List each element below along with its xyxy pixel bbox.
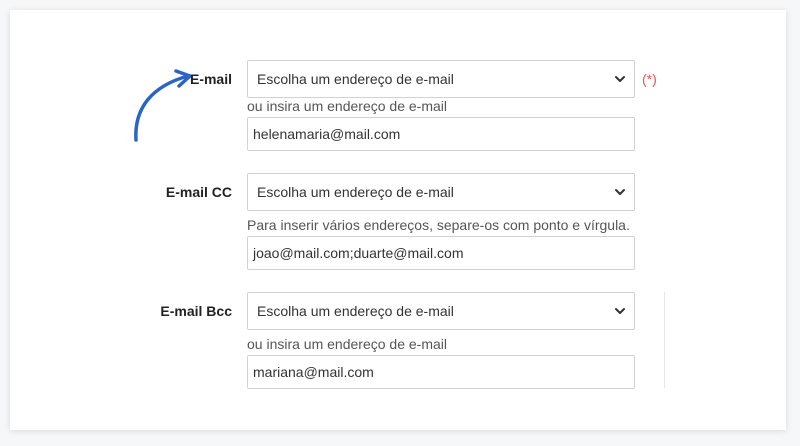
email-cc-label: E-mail CC bbox=[165, 184, 232, 200]
email-label: E-mail bbox=[189, 71, 232, 87]
email-cc-select[interactable]: Escolha um endereço de e-mail bbox=[247, 173, 635, 211]
chevron-down-icon bbox=[615, 189, 625, 195]
email-cc-input[interactable]: joao@mail.com;duarte@mail.com bbox=[247, 236, 635, 270]
email-bcc-select[interactable]: Escolha um endereço de e-mail bbox=[247, 292, 635, 330]
chevron-down-icon bbox=[615, 308, 625, 314]
divider bbox=[664, 292, 665, 388]
email-hint: ou insira um endereço de e-mail bbox=[247, 98, 447, 114]
email-bcc-hint: ou insira um endereço de e-mail bbox=[247, 336, 447, 352]
chevron-down-icon bbox=[615, 76, 625, 82]
email-bcc-input[interactable]: mariana@mail.com bbox=[247, 355, 635, 389]
email-input[interactable]: helenamaria@mail.com bbox=[247, 117, 635, 151]
email-bcc-label: E-mail Bcc bbox=[160, 303, 232, 319]
email-select-value: Escolha um endereço de e-mail bbox=[257, 71, 454, 87]
email-select[interactable]: Escolha um endereço de e-mail bbox=[247, 60, 635, 98]
email-cc-hint: Para inserir vários endereços, separe-os… bbox=[247, 217, 630, 233]
email-bcc-select-value: Escolha um endereço de e-mail bbox=[257, 303, 454, 319]
email-form-card: E-mail Escolha um endereço de e-mail (*)… bbox=[10, 10, 786, 430]
email-cc-select-value: Escolha um endereço de e-mail bbox=[257, 184, 454, 200]
required-marker: (*) bbox=[642, 71, 657, 87]
